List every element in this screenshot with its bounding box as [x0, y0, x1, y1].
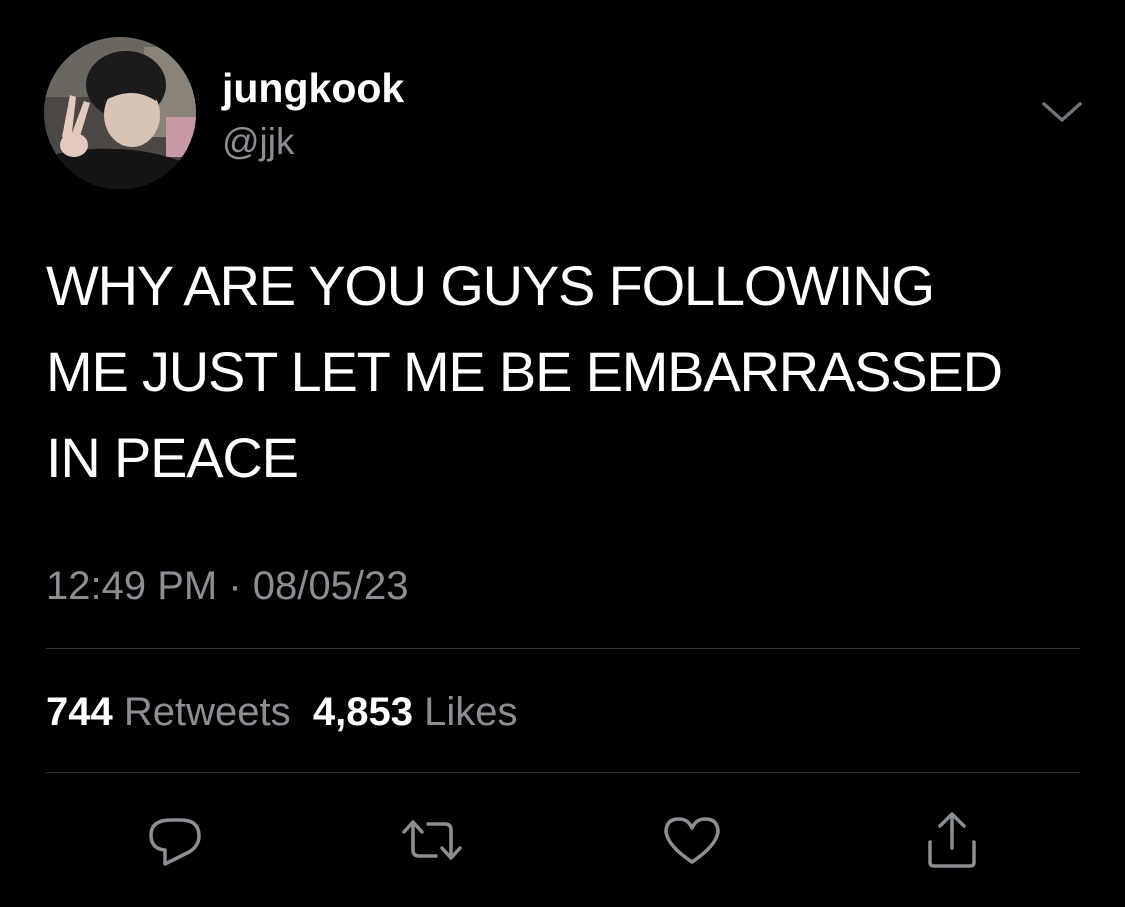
retweet-button[interactable] [400, 810, 464, 870]
chevron-down-icon[interactable] [1038, 95, 1086, 135]
avatar-image [44, 37, 196, 189]
tweet-time: 12:49 PM [46, 564, 218, 608]
share-button[interactable] [920, 810, 984, 870]
share-icon [928, 812, 976, 868]
retweet-icon [402, 820, 462, 860]
tweet-card: jungkook @jjk WHY ARE YOU GUYS FOLLOWING… [0, 0, 1125, 907]
retweets-count: 744 [46, 690, 113, 734]
divider [46, 648, 1080, 649]
likes-label: Likes [424, 690, 518, 734]
retweets-label: Retweets [123, 690, 291, 734]
heart-icon [664, 817, 720, 864]
divider [46, 772, 1080, 773]
user-handle[interactable]: @jjk [222, 120, 295, 164]
reply-button[interactable] [143, 810, 207, 870]
like-button[interactable] [660, 810, 724, 870]
tweet-date: 08/05/23 [252, 564, 409, 608]
avatar[interactable] [44, 37, 196, 189]
tweet-stats: 744 Retweets 4,853 Likes [46, 688, 517, 736]
display-name[interactable]: jungkook [222, 64, 404, 112]
retweets-stat[interactable]: 744 Retweets [46, 690, 291, 734]
reply-icon [149, 818, 201, 866]
likes-count: 4,853 [312, 690, 413, 734]
timestamp-separator: · [228, 564, 242, 608]
tweet-text: WHY ARE YOU GUYS FOLLOWING ME JUST LET M… [46, 254, 1003, 489]
tweet-timestamp[interactable]: 12:49 PM · 08/05/23 [46, 562, 409, 610]
likes-stat[interactable]: 4,853 Likes [313, 690, 518, 734]
